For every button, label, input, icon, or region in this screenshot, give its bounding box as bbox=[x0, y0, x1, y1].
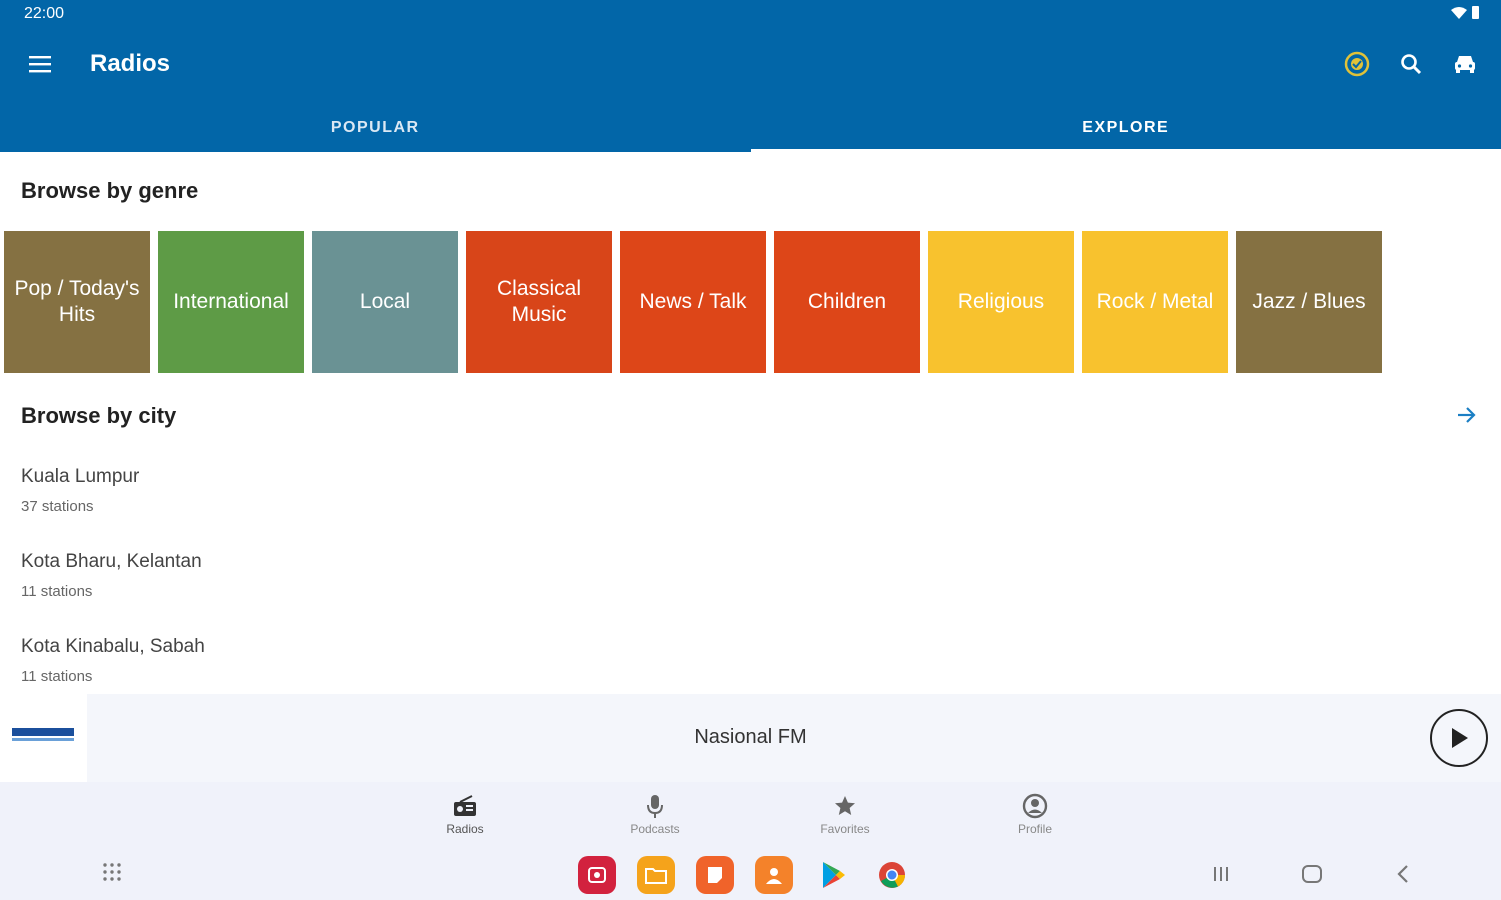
city-station-count: 37 stations bbox=[21, 498, 94, 515]
screen-recorder-app-icon[interactable] bbox=[578, 856, 616, 894]
genre-tile[interactable]: International bbox=[158, 231, 304, 373]
recent-apps-icon bbox=[1214, 867, 1228, 881]
genre-tile[interactable]: News / Talk bbox=[620, 231, 766, 373]
genre-grid: Pop / Today's Hits International Local Clas… bbox=[4, 231, 1390, 373]
wifi-icon bbox=[1451, 6, 1467, 19]
city-name: Kuala Lumpur bbox=[21, 466, 140, 487]
premium-button[interactable] bbox=[1341, 48, 1373, 80]
star-icon bbox=[835, 796, 855, 815]
genre-label: Children bbox=[807, 290, 887, 313]
city-name: Kota Kinabalu, Sabah bbox=[21, 636, 205, 657]
menu-button[interactable] bbox=[28, 52, 54, 76]
battery-icon bbox=[1472, 6, 1479, 19]
search-button[interactable] bbox=[1395, 48, 1427, 80]
nav-profile[interactable]: Profile bbox=[980, 792, 1090, 836]
nav-radios[interactable]: Radios bbox=[410, 792, 520, 836]
arrow-right-icon bbox=[1458, 407, 1476, 423]
genre-label: Religious bbox=[957, 290, 1045, 313]
status-time: 22:00 bbox=[24, 5, 65, 22]
profile-icon bbox=[1022, 793, 1048, 819]
app-drawer-icon[interactable] bbox=[100, 860, 124, 884]
recent-apps-button[interactable] bbox=[1208, 861, 1234, 887]
contacts-app-icon[interactable] bbox=[755, 856, 793, 894]
genre-label: Jazz / Blues bbox=[1252, 290, 1366, 313]
car-mode-button[interactable] bbox=[1449, 48, 1481, 80]
city-station-count: 11 stations bbox=[21, 583, 93, 600]
genre-tile[interactable]: Pop / Today's Hits bbox=[4, 231, 150, 373]
top-actions bbox=[1341, 48, 1481, 80]
city-name: Kota Bharu, Kelantan bbox=[21, 551, 202, 572]
genre-label: International bbox=[173, 290, 289, 313]
city-list: Kuala Lumpur 37 stations Kota Bharu, Kelan… bbox=[21, 462, 205, 717]
see-all-cities-button[interactable] bbox=[1452, 402, 1480, 428]
tab-popular[interactable]: POPULAR bbox=[0, 106, 751, 152]
home-icon bbox=[1302, 865, 1322, 883]
tab-explore[interactable]: EXPLORE bbox=[750, 106, 1501, 152]
status-icons bbox=[1451, 6, 1479, 19]
city-list-item[interactable]: Kota Bharu, Kelantan 11 stations bbox=[21, 551, 205, 632]
page-title: Radios bbox=[90, 50, 171, 77]
nav-label: Radios bbox=[446, 822, 484, 836]
system-navigation-bar bbox=[0, 846, 1501, 900]
genre-label: Rock / Metal bbox=[1096, 290, 1214, 313]
play-icon bbox=[1452, 728, 1468, 748]
genre-label: Classical Music bbox=[496, 277, 582, 326]
genre-tile[interactable]: Rock / Metal bbox=[1082, 231, 1228, 373]
genre-tile[interactable]: Local bbox=[312, 231, 458, 373]
nav-label: Profile bbox=[1017, 822, 1052, 836]
back-button[interactable] bbox=[1390, 861, 1416, 887]
bottom-navigation: Radios Podcasts Favorites Profile bbox=[0, 782, 1501, 846]
car-icon bbox=[1455, 56, 1475, 73]
now-playing-station: Nasional FM bbox=[694, 726, 807, 748]
genre-tile[interactable]: Classical Music bbox=[466, 231, 612, 373]
genre-label: Local bbox=[359, 290, 411, 313]
app-bar: 22:00 Radios POPULAR EXPLORE bbox=[0, 0, 1501, 152]
app-dock bbox=[578, 856, 911, 894]
notes-app-icon[interactable] bbox=[696, 856, 734, 894]
genre-tile[interactable]: Jazz / Blues bbox=[1236, 231, 1382, 373]
home-button[interactable] bbox=[1299, 861, 1325, 887]
nav-podcasts[interactable]: Podcasts bbox=[600, 792, 710, 836]
mini-player[interactable]: Nasional FM bbox=[0, 694, 1501, 782]
genre-tile[interactable]: Children bbox=[774, 231, 920, 373]
city-section-title: Browse by city bbox=[21, 403, 177, 428]
back-icon bbox=[1397, 865, 1408, 883]
play-button[interactable] bbox=[1430, 709, 1488, 767]
city-list-item[interactable]: Kuala Lumpur 37 stations bbox=[21, 466, 205, 547]
folder-app-icon[interactable] bbox=[637, 856, 675, 894]
premium-badge-icon bbox=[1344, 51, 1370, 77]
tab-bar: POPULAR EXPLORE bbox=[0, 106, 1501, 152]
radio-icon bbox=[454, 795, 476, 816]
chrome-app-icon[interactable] bbox=[873, 856, 911, 894]
genre-tile[interactable]: Religious bbox=[928, 231, 1074, 373]
nav-label: Favorites bbox=[820, 822, 870, 836]
hamburger-icon bbox=[29, 56, 51, 73]
nav-favorites[interactable]: Favorites bbox=[790, 792, 900, 836]
search-icon bbox=[1401, 54, 1422, 75]
nav-label: Podcasts bbox=[630, 822, 680, 836]
play-store-app-icon[interactable] bbox=[814, 856, 852, 894]
city-station-count: 11 stations bbox=[21, 668, 93, 685]
genre-label: News / Talk bbox=[639, 290, 747, 313]
microphone-icon bbox=[647, 795, 663, 818]
genre-label: Pop / Today's Hits bbox=[14, 277, 140, 326]
genre-section-title: Browse by genre bbox=[21, 178, 199, 203]
